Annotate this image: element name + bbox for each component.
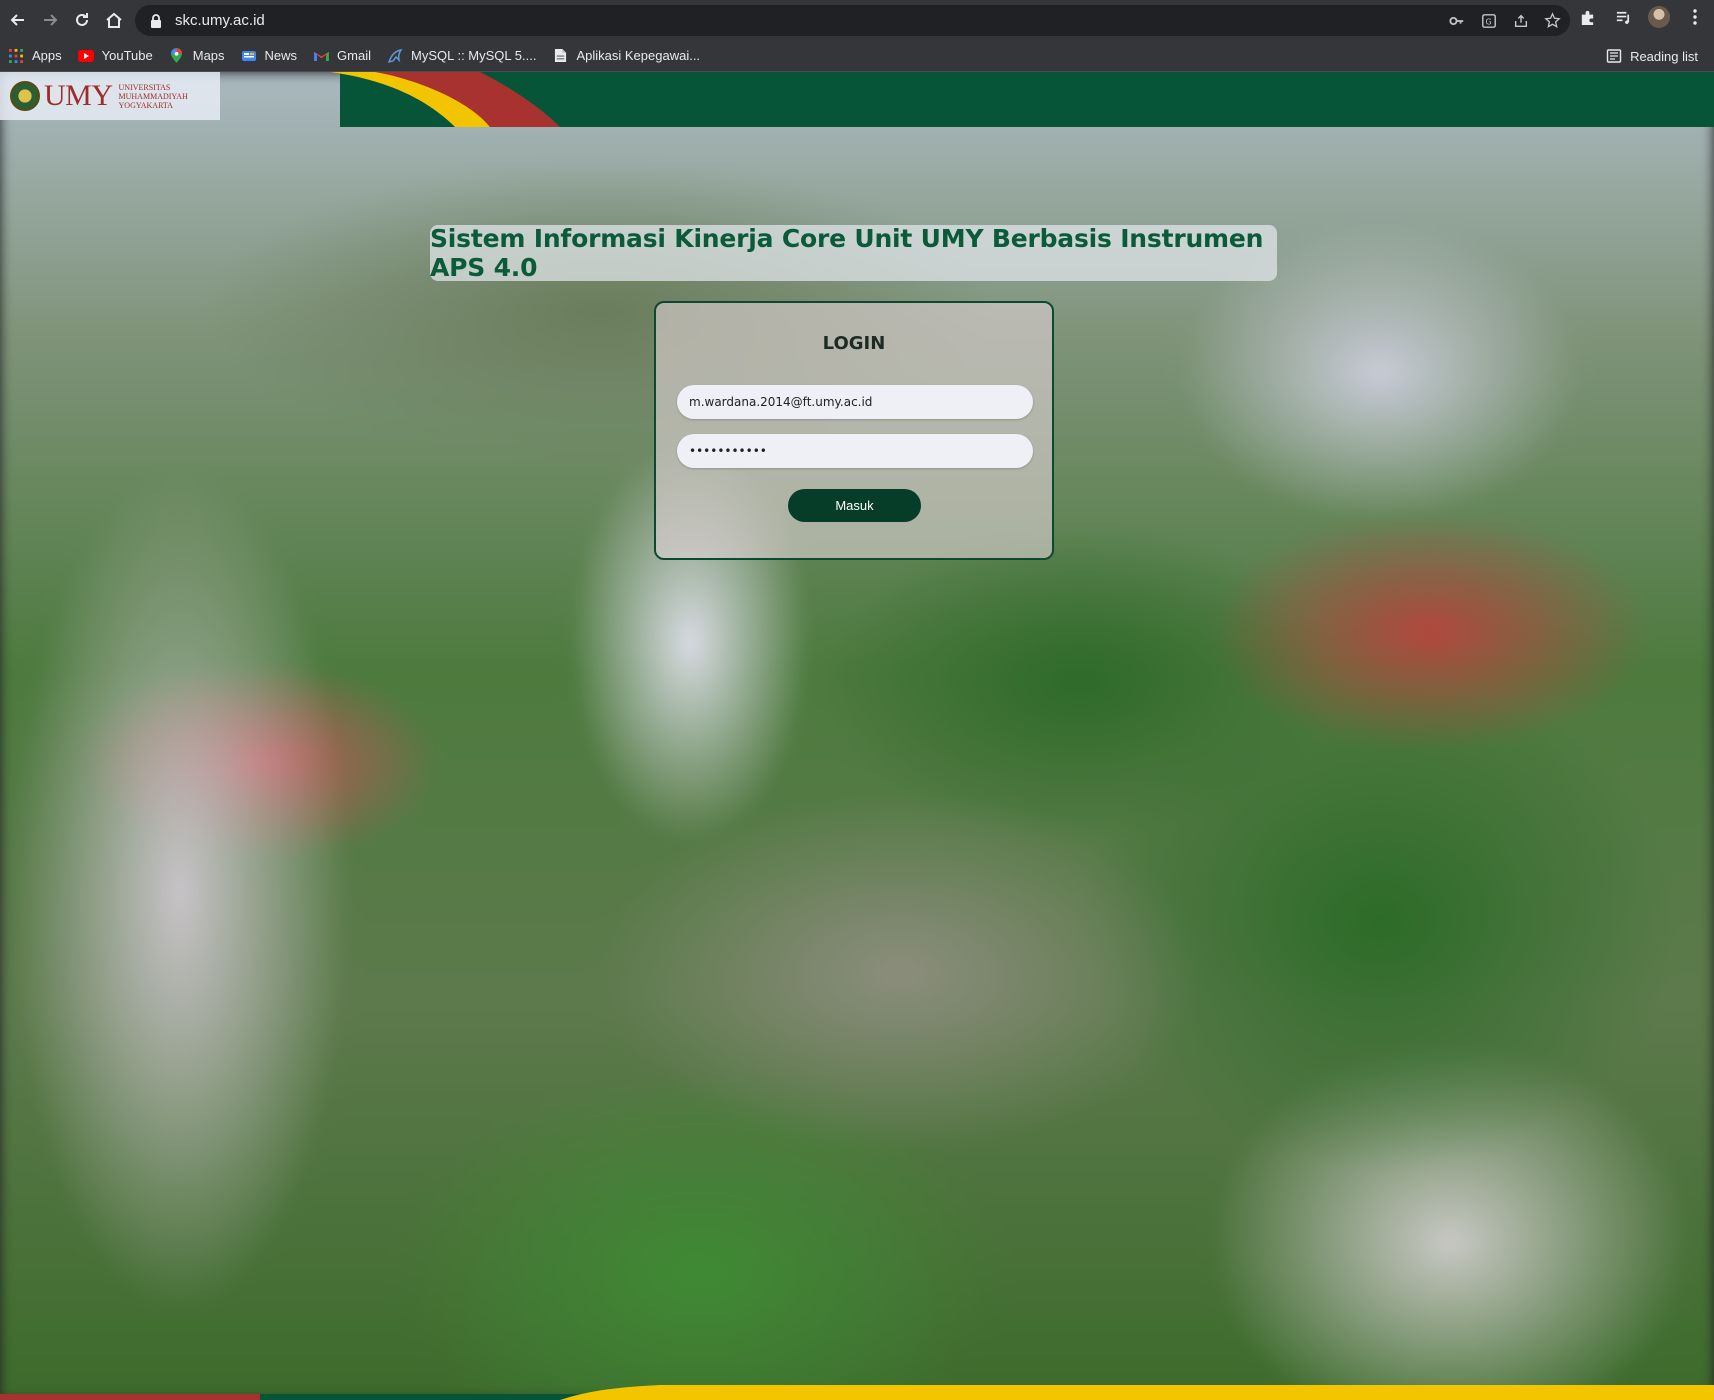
- bookmark-label: News: [264, 48, 298, 63]
- bookmark-label: Apps: [32, 48, 62, 63]
- mysql-dolphin-icon: [387, 48, 403, 64]
- bookmark-label: Maps: [192, 48, 225, 63]
- star-bookmark-icon[interactable]: [1543, 11, 1562, 30]
- bookmark-label: Aplikasi Kepegawai...: [576, 48, 701, 63]
- bookmark-aplikasi-kepegawaian[interactable]: Aplikasi Kepegawai...: [552, 43, 700, 69]
- url-text: skc.umy.ac.id: [175, 12, 265, 29]
- reading-list-label: Reading list: [1630, 48, 1698, 64]
- bookmark-apps[interactable]: Apps: [8, 43, 62, 69]
- page-viewport: UMY UNIVERSITAS MUHAMMADIYAH YOGYAKARTA …: [0, 72, 1714, 1400]
- media-queue-icon[interactable]: [1612, 6, 1634, 28]
- back-arrow-icon[interactable]: [2, 4, 34, 36]
- kebab-menu-icon[interactable]: [1684, 6, 1706, 28]
- email-field[interactable]: [677, 385, 1033, 419]
- bookmark-label: YouTube: [101, 48, 153, 63]
- profile-avatar[interactable]: [1648, 6, 1670, 28]
- browser-toolbar: skc.umy.ac.id G: [0, 0, 1714, 40]
- document-icon: [552, 48, 568, 64]
- header-decorative-stripes: [330, 72, 560, 127]
- masuk-button[interactable]: Masuk: [788, 489, 921, 522]
- bookmark-label: Gmail: [337, 48, 371, 63]
- bookmark-youtube[interactable]: YouTube: [77, 43, 153, 69]
- translate-icon[interactable]: G: [1479, 11, 1498, 30]
- umy-seal-icon: [10, 81, 40, 111]
- reading-list-button[interactable]: Reading list: [1606, 40, 1698, 72]
- home-icon[interactable]: [98, 4, 130, 36]
- bookmark-news[interactable]: News: [241, 43, 298, 69]
- forward-arrow-icon[interactable]: [34, 4, 66, 36]
- footer-decorative-stripes: [0, 1385, 1714, 1400]
- password-field[interactable]: [677, 434, 1033, 468]
- gmail-icon: [313, 48, 329, 64]
- key-icon[interactable]: [1447, 11, 1466, 30]
- logo-text: UMY: [44, 79, 113, 112]
- login-heading: LOGIN: [822, 333, 886, 354]
- reload-icon[interactable]: [66, 4, 98, 36]
- bookmark-mysql[interactable]: MySQL :: MySQL 5....: [387, 43, 536, 69]
- page-title-banner: Sistem Informasi Kinerja Core Unit UMY B…: [430, 224, 1277, 282]
- share-icon[interactable]: [1511, 11, 1530, 30]
- youtube-icon: [77, 48, 94, 64]
- address-bar[interactable]: skc.umy.ac.id G: [135, 5, 1570, 36]
- page-title: Sistem Informasi Kinerja Core Unit UMY B…: [430, 224, 1264, 282]
- bookmarks-bar: Apps YouTube Maps News Gmail MySQL :: My…: [0, 40, 1714, 72]
- reading-list-icon: [1606, 48, 1622, 64]
- news-icon: [241, 48, 257, 64]
- extensions-puzzle-icon[interactable]: [1576, 6, 1598, 28]
- lock-icon: [149, 13, 163, 29]
- svg-text:G: G: [1485, 17, 1491, 26]
- logo-subtitle: UNIVERSITAS MUHAMMADIYAH YOGYAKARTA: [118, 82, 188, 110]
- bookmark-label: MySQL :: MySQL 5....: [411, 48, 537, 63]
- login-form: LOGIN Masuk: [654, 301, 1054, 560]
- bookmark-gmail[interactable]: Gmail: [313, 43, 371, 69]
- umy-logo[interactable]: UMY UNIVERSITAS MUHAMMADIYAH YOGYAKARTA: [0, 72, 220, 120]
- bookmark-maps[interactable]: Maps: [169, 43, 225, 69]
- apps-grid-icon: [8, 48, 24, 64]
- maps-pin-icon: [169, 48, 185, 64]
